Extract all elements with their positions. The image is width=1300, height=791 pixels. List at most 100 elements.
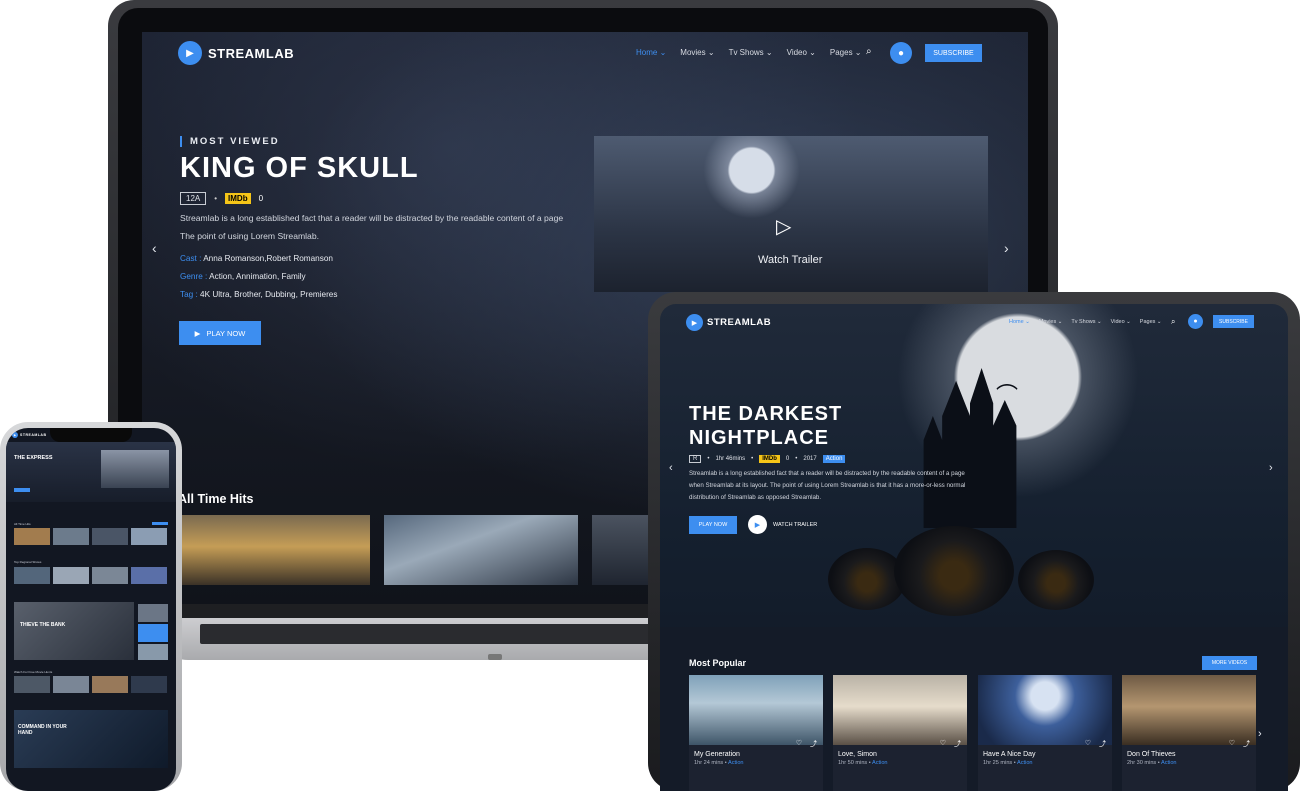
search-icon[interactable]: ⌕ bbox=[1171, 317, 1175, 327]
share-icon[interactable]: ⤴ bbox=[810, 739, 817, 749]
imdb-score: 0 bbox=[785, 456, 790, 462]
movie-thumbnail[interactable] bbox=[14, 676, 50, 693]
hero-genre: Genre : Action, Annimation, Family bbox=[180, 272, 306, 281]
next-arrow-icon[interactable]: › bbox=[1258, 728, 1262, 740]
laptop-notch bbox=[488, 654, 502, 660]
nav-video[interactable]: Video ⌄ bbox=[787, 48, 816, 57]
user-avatar-icon[interactable]: ● bbox=[890, 42, 912, 64]
hero-cast: Cast : Anna Romanson,Robert Romanson bbox=[180, 254, 333, 263]
heart-icon[interactable]: ♡ bbox=[940, 739, 946, 749]
movie-thumbnail bbox=[833, 675, 967, 745]
section-title: All Time Hits bbox=[178, 492, 254, 506]
prev-arrow-icon[interactable]: ‹ bbox=[669, 462, 673, 474]
movie-thumbnail[interactable] bbox=[53, 567, 89, 584]
watch-trailer-button[interactable]: ▶ WATCH TRAILER bbox=[748, 515, 817, 534]
watch-trailer-label[interactable]: Watch Trailer bbox=[758, 254, 822, 266]
movie-card[interactable]: ♡ ⤴ Don Of Thieves 2hr 30 mins • Action bbox=[1122, 675, 1256, 791]
movie-card[interactable]: ♡ ⤴ My Generation 1hr 24 mins • Action bbox=[689, 675, 823, 791]
movie-thumbnail bbox=[689, 675, 823, 745]
tablet-logo[interactable]: ▶ STREAMLAB bbox=[686, 314, 771, 331]
movie-thumbnail[interactable] bbox=[592, 515, 652, 585]
share-icon[interactable]: ⤴ bbox=[954, 739, 961, 749]
play-outline-icon[interactable]: ▷ bbox=[776, 214, 791, 239]
movie-thumbnail[interactable] bbox=[14, 567, 50, 584]
hero-title: KING OF SKULL bbox=[180, 152, 419, 184]
heart-icon[interactable]: ♡ bbox=[1229, 739, 1235, 749]
age-rating-badge: 12A bbox=[180, 192, 207, 205]
movie-thumbnail[interactable] bbox=[138, 604, 168, 622]
trailer-preview[interactable]: ▷ Watch Trailer bbox=[594, 136, 988, 292]
phone-more-button[interactable] bbox=[152, 522, 168, 525]
play-icon: ▶ bbox=[194, 328, 201, 338]
laptop-logo[interactable]: ▶ STREAMLAB bbox=[178, 41, 294, 65]
play-now-button[interactable]: ▶ PLAY NOW bbox=[179, 321, 261, 345]
movie-thumbnail[interactable] bbox=[92, 528, 128, 545]
phone-feature-banner[interactable] bbox=[14, 710, 168, 768]
card-meta: 1hr 50 mins • Action bbox=[838, 760, 888, 766]
tablet-screen: ▶ STREAMLAB Home ⌄ Movies ⌄ Tv Shows ⌄ V… bbox=[660, 304, 1288, 791]
card-actions: ♡ ⤴ bbox=[796, 739, 817, 749]
bat-icon: ⌒ bbox=[996, 383, 1019, 408]
play-now-button[interactable]: PLAY NOW bbox=[689, 516, 737, 534]
user-avatar-icon[interactable]: ● bbox=[1188, 314, 1203, 329]
nav-movies[interactable]: Movies ⌄ bbox=[680, 48, 714, 57]
movie-thumbnail[interactable] bbox=[92, 567, 128, 584]
phone-play-button[interactable] bbox=[14, 488, 30, 492]
phone-screen: ▶ STREAMLAB THE EXPRESS All Time Hits To… bbox=[6, 428, 176, 791]
hero-description: Streamlab is a long established fact tha… bbox=[180, 213, 564, 241]
search-icon[interactable]: ⌕ bbox=[866, 46, 872, 57]
movie-thumbnail[interactable] bbox=[384, 515, 578, 585]
share-icon[interactable]: ⤴ bbox=[1099, 739, 1106, 749]
phone-section-title: Top Regional Shows bbox=[14, 560, 42, 564]
nav-pages[interactable]: Pages ⌄ bbox=[830, 48, 862, 57]
movie-thumbnail[interactable] bbox=[131, 528, 167, 545]
more-videos-button[interactable]: MORE VIDEOS bbox=[1202, 656, 1257, 670]
card-actions: ♡ ⤴ bbox=[940, 739, 961, 749]
subscribe-button[interactable]: SUBSCRIBE bbox=[1213, 315, 1254, 328]
phone-logo[interactable]: ▶ STREAMLAB bbox=[12, 432, 46, 438]
nav-tv-shows[interactable]: Tv Shows ⌄ bbox=[729, 48, 773, 57]
hero-tags: Tag : 4K Ultra, Brother, Dubbing, Premie… bbox=[180, 290, 338, 299]
movie-thumbnail[interactable] bbox=[53, 528, 89, 545]
phone-section-title: All Time Hits bbox=[14, 522, 31, 526]
next-arrow-icon[interactable]: › bbox=[1269, 462, 1273, 474]
movie-thumbnail[interactable] bbox=[53, 676, 89, 693]
heart-icon[interactable]: ♡ bbox=[796, 739, 802, 749]
share-icon[interactable]: ⤴ bbox=[1243, 739, 1250, 749]
nav-video[interactable]: Video ⌄ bbox=[1111, 319, 1131, 325]
phone-feature-title: COMMAND IN YOUR HAND bbox=[18, 724, 67, 736]
meta-dot: • bbox=[751, 456, 754, 462]
movie-thumbnail[interactable] bbox=[92, 676, 128, 693]
play-logo-icon: ▶ bbox=[686, 314, 703, 331]
phone-feature-banner[interactable] bbox=[14, 602, 134, 660]
subscribe-button[interactable]: SUBSCRIBE bbox=[925, 44, 982, 62]
nav-tv-shows[interactable]: Tv Shows ⌄ bbox=[1071, 319, 1101, 325]
nav-pages[interactable]: Pages ⌄ bbox=[1140, 319, 1162, 325]
phone-feature-title: THIEVE THE BANK bbox=[20, 622, 66, 628]
nav-movies[interactable]: Movies ⌄ bbox=[1039, 319, 1063, 325]
play-logo-icon: ▶ bbox=[178, 41, 202, 65]
duration-text: 1hr 46mins bbox=[715, 456, 746, 462]
movie-thumbnail[interactable] bbox=[131, 567, 167, 584]
genre-badge: Action bbox=[822, 455, 846, 463]
movie-thumbnail[interactable] bbox=[14, 528, 50, 545]
next-arrow-icon[interactable]: › bbox=[1004, 240, 1009, 256]
phone-hero-title: THE EXPRESS bbox=[14, 455, 53, 461]
movie-card[interactable]: ♡ ⤴ Love, Simon 1hr 50 mins • Action bbox=[833, 675, 967, 791]
movie-thumbnail[interactable] bbox=[138, 624, 168, 642]
nav-home[interactable]: Home ⌄ bbox=[1009, 319, 1030, 325]
pumpkin-artwork bbox=[1018, 550, 1094, 610]
movie-thumbnail[interactable] bbox=[131, 676, 167, 693]
prev-arrow-icon[interactable]: ‹ bbox=[152, 240, 157, 256]
heart-icon[interactable]: ♡ bbox=[1085, 739, 1091, 749]
card-actions: ♡ ⤴ bbox=[1229, 739, 1250, 749]
meta-dot: • bbox=[707, 456, 710, 462]
card-meta: 1hr 24 mins • Action bbox=[694, 760, 744, 766]
movie-thumbnail[interactable] bbox=[138, 644, 168, 660]
movie-thumbnail bbox=[1122, 675, 1256, 745]
hero-title: THE DARKEST NIGHTPLACE bbox=[689, 403, 843, 449]
nav-home[interactable]: Home ⌄ bbox=[636, 48, 666, 57]
movie-thumbnail[interactable] bbox=[178, 515, 370, 585]
movie-thumbnail bbox=[978, 675, 1112, 745]
movie-card[interactable]: ♡ ⤴ Have A Nice Day 1hr 25 mins • Action bbox=[978, 675, 1112, 791]
